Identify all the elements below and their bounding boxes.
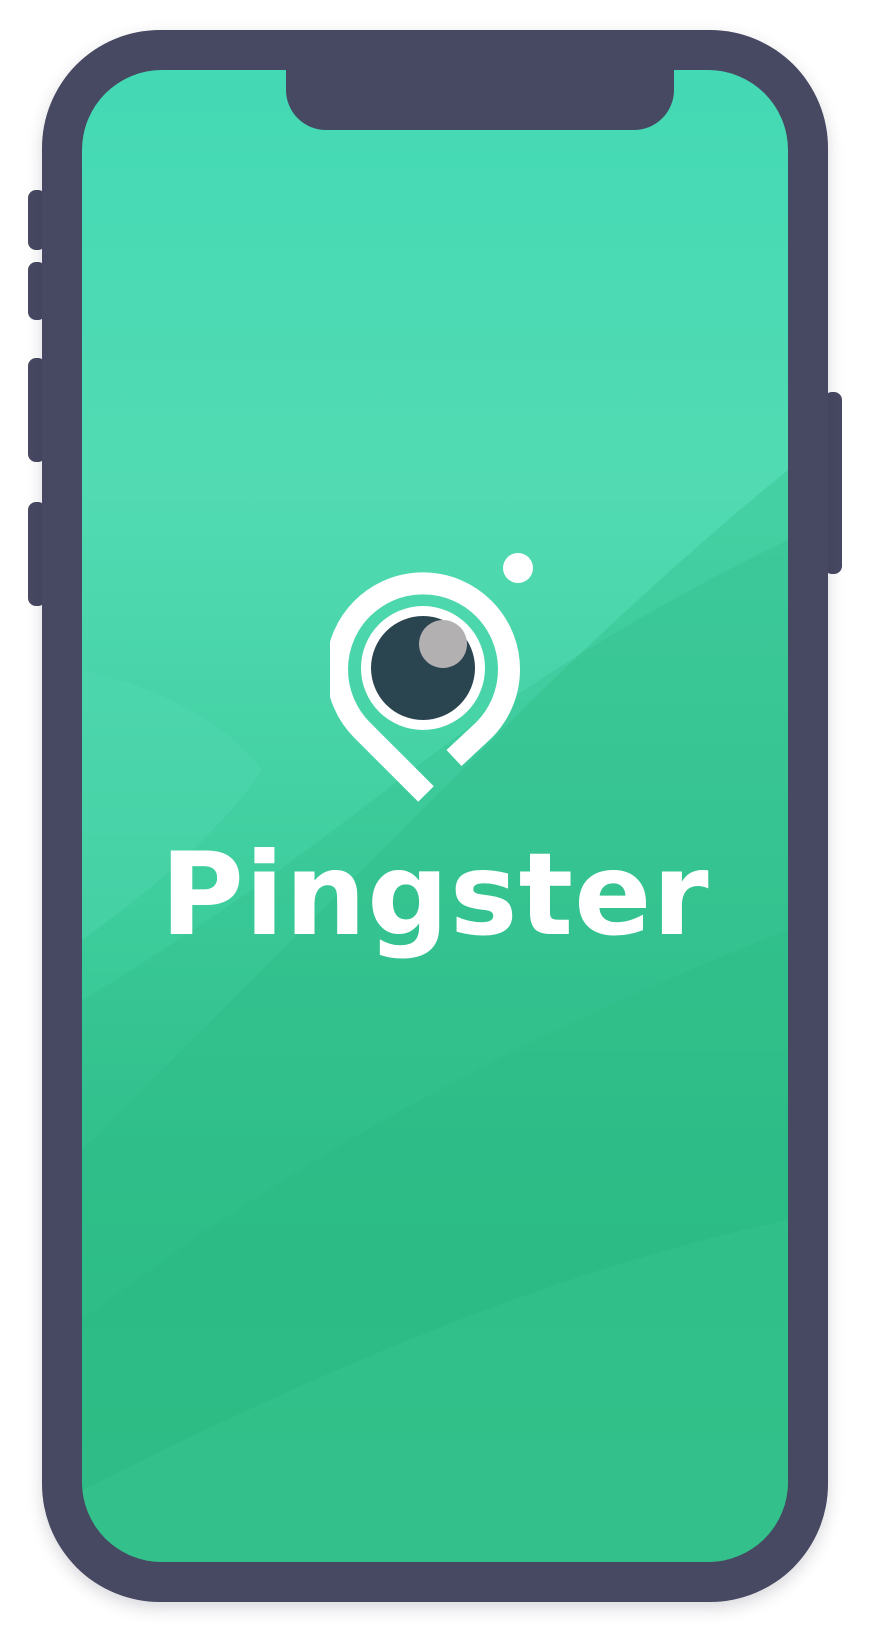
phone-frame: Pingster <box>42 30 828 1602</box>
app-title: Pingster <box>160 828 710 961</box>
splash-screen: Pingster <box>82 70 788 1562</box>
background-landscape <box>82 470 788 1562</box>
map-pin-camera-icon <box>330 553 533 802</box>
camera-notch <box>286 70 674 130</box>
